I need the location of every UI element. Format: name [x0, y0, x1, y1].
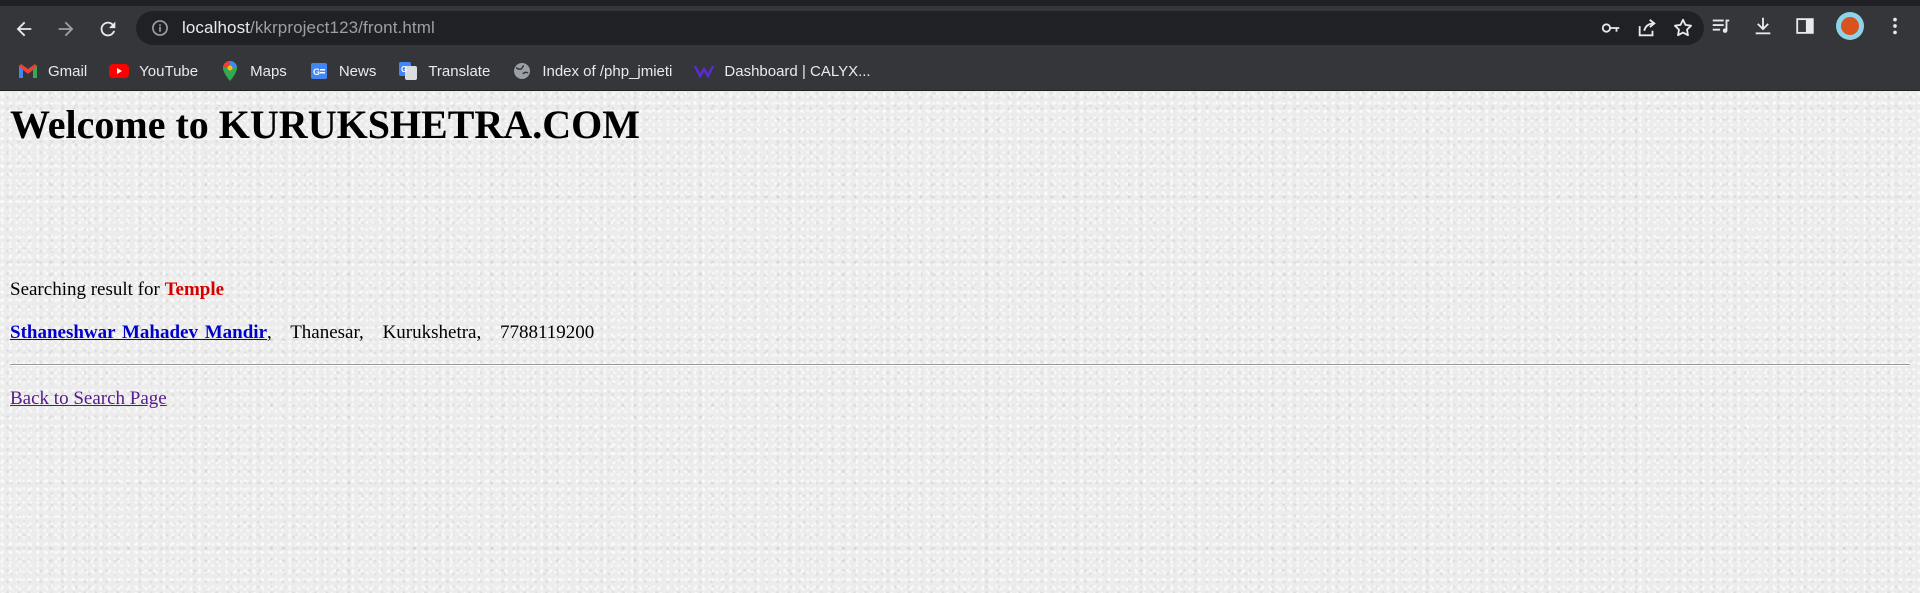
bookmark-label: Dashboard | CALYX...: [724, 62, 871, 80]
result-phone: 7788119200: [499, 322, 595, 343]
result-name-link[interactable]: Sthaneshwar Mahadev Mandir: [10, 322, 267, 343]
bookmark-label: YouTube: [139, 62, 199, 80]
calyx-icon: [694, 61, 715, 81]
reload-icon: [100, 21, 116, 37]
arrow-right-icon: [58, 21, 74, 37]
bookmark-youtube[interactable]: YouTube: [109, 61, 198, 81]
result-city: Kurukshetra,: [382, 322, 482, 343]
arrow-left-icon: [16, 21, 32, 37]
profile-avatar[interactable]: [1836, 12, 1864, 40]
bookmark-label: Maps: [250, 62, 287, 80]
bookmark-gmail[interactable]: Gmail: [18, 61, 87, 81]
reload-button[interactable]: [90, 11, 126, 47]
youtube-icon: [109, 61, 130, 81]
divider: [10, 364, 1910, 366]
url-host: localhost: [182, 18, 250, 37]
page-content: Welcome to KURUKSHETRA.COM Searching res…: [0, 91, 1920, 593]
bookmark-calyx[interactable]: Dashboard | CALYX...: [694, 61, 871, 81]
search-prefix: Searching result for: [10, 279, 160, 300]
star-icon[interactable]: [1672, 17, 1694, 39]
address-bar[interactable]: localhost/kkrproject123/front.html: [136, 11, 1704, 45]
forward-button[interactable]: [48, 11, 84, 47]
share-icon[interactable]: [1636, 17, 1658, 39]
news-icon: G: [309, 61, 329, 81]
side-panel-icon[interactable]: [1794, 15, 1816, 37]
search-result-heading: Searching result for Temple: [10, 279, 224, 301]
bookmark-news[interactable]: G News: [309, 61, 377, 81]
page-title: Welcome to KURUKSHETRA.COM: [10, 102, 640, 147]
bookmarks-bar: Gmail YouTube Maps G News G Translate In…: [0, 52, 1920, 91]
back-button[interactable]: [6, 11, 42, 47]
translate-icon: G: [398, 61, 418, 81]
url-path: /kkrproject123/front.html: [250, 18, 435, 37]
kebab-menu-icon[interactable]: [1884, 15, 1906, 37]
browser-toolbar: localhost/kkrproject123/front.html: [0, 0, 1920, 52]
basketball-icon: [1841, 17, 1859, 35]
bookmark-label: News: [338, 62, 377, 80]
key-icon[interactable]: [1600, 17, 1622, 39]
result-area: Thanesar,: [290, 322, 364, 343]
result-item: Sthaneshwar Mahadev Mandir, Thanesar, Ku…: [10, 322, 594, 344]
media-control-icon[interactable]: [1710, 15, 1732, 37]
download-icon[interactable]: [1752, 15, 1774, 37]
bookmark-label: Index of /php_jmieti: [542, 62, 673, 80]
svg-text:G: G: [401, 65, 407, 74]
bookmark-translate[interactable]: G Translate: [398, 61, 490, 81]
search-term: Temple: [164, 279, 225, 300]
gmail-icon: [18, 61, 38, 81]
site-info-icon[interactable]: [150, 18, 170, 38]
globe-icon: [512, 61, 532, 81]
url-text[interactable]: localhost/kkrproject123/front.html: [182, 18, 435, 38]
bookmark-maps[interactable]: Maps: [220, 61, 287, 81]
bookmark-index[interactable]: Index of /php_jmieti: [512, 61, 672, 81]
back-to-search-link[interactable]: Back to Search Page: [10, 388, 167, 410]
maps-icon: [220, 61, 240, 81]
bookmark-label: Gmail: [48, 62, 88, 80]
bookmark-label: Translate: [428, 62, 491, 80]
result-separator: ,: [267, 322, 272, 343]
svg-text:G: G: [313, 67, 320, 77]
